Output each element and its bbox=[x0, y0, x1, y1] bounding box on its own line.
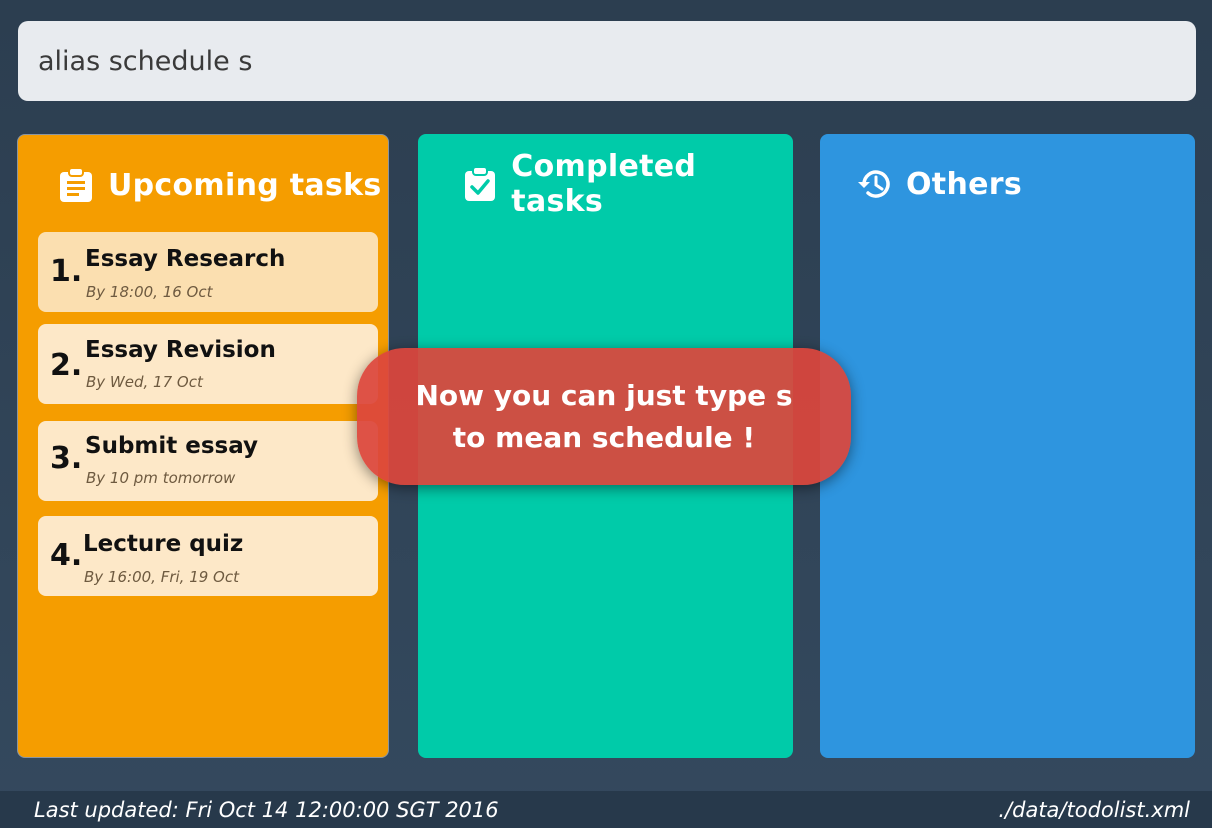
clipboard-check-icon bbox=[462, 166, 497, 202]
task-index: 2. bbox=[50, 348, 83, 383]
task-due: By 10 pm tomorrow bbox=[86, 469, 236, 487]
task-due: By Wed, 17 Oct bbox=[86, 373, 203, 391]
others-title: Others bbox=[906, 166, 1022, 202]
status-bar: Last updated: Fri Oct 14 12:00:00 SGT 20… bbox=[0, 791, 1212, 828]
upcoming-tasks-header: Upcoming tasks bbox=[58, 163, 382, 207]
tip-tooltip: Now you can just type s to mean schedule… bbox=[357, 348, 851, 485]
task-index: 1. bbox=[50, 254, 83, 289]
task-due: By 18:00, 16 Oct bbox=[86, 283, 213, 301]
command-input-value: alias schedule s bbox=[38, 45, 253, 77]
task-title: Lecture quiz bbox=[83, 531, 244, 557]
completed-tasks-header: Completed tasks bbox=[462, 149, 793, 219]
task-item-3[interactable]: 3. Submit essay By 10 pm tomorrow bbox=[38, 421, 378, 501]
clipboard-list-icon bbox=[58, 167, 94, 203]
tooltip-line-1: Now you can just type s bbox=[415, 378, 793, 412]
others-header: Others bbox=[856, 162, 1022, 206]
task-item-4[interactable]: 4. Lecture quiz By 16:00, Fri, 19 Oct bbox=[38, 516, 378, 596]
upcoming-tasks-title: Upcoming tasks bbox=[108, 167, 382, 203]
completed-tasks-title: Completed tasks bbox=[511, 149, 697, 219]
task-item-2[interactable]: 2. Essay Revision By Wed, 17 Oct bbox=[38, 324, 378, 404]
task-title: Essay Research bbox=[85, 246, 286, 272]
task-item-1[interactable]: 1. Essay Research By 18:00, 16 Oct bbox=[38, 232, 378, 312]
others-panel: Others bbox=[820, 134, 1195, 758]
tooltip-line-2: to mean schedule ! bbox=[452, 420, 756, 454]
command-input[interactable]: alias schedule s bbox=[18, 21, 1196, 101]
history-icon bbox=[856, 166, 892, 202]
file-path-text: ./data/todolist.xml bbox=[998, 797, 1190, 822]
task-title: Submit essay bbox=[85, 433, 259, 459]
task-index: 4. bbox=[50, 538, 83, 573]
task-due: By 16:00, Fri, 19 Oct bbox=[84, 568, 239, 586]
last-updated-text: Last updated: Fri Oct 14 12:00:00 SGT 20… bbox=[34, 797, 499, 822]
upcoming-tasks-panel: Upcoming tasks 1. Essay Research By 18:0… bbox=[17, 134, 389, 758]
task-title: Essay Revision bbox=[85, 337, 276, 363]
task-index: 3. bbox=[50, 441, 83, 476]
